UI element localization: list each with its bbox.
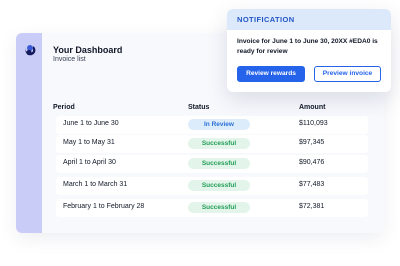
status-badge: Successful	[188, 158, 250, 169]
status-badge: Successful	[188, 180, 250, 191]
page-subtitle: Invoice list	[53, 56, 86, 63]
status-badge: In Review	[188, 119, 250, 130]
status-badge: Successful	[188, 202, 250, 213]
page-title: Your Dashboard	[53, 45, 123, 55]
notification-message: Invoice for June 1 to June 30, 20XX #EDA…	[237, 38, 378, 55]
logo-icon[interactable]	[22, 43, 38, 59]
table-row[interactable]: February 1 to February 28 Successful $72…	[56, 199, 368, 217]
table-row[interactable]: April 1 to April 30 Successful $90,476	[56, 155, 368, 173]
amount-cell: $110,093	[299, 120, 328, 127]
amount-cell: $97,345	[299, 139, 325, 146]
sidebar	[16, 33, 42, 233]
period-cell: February 1 to February 28	[63, 203, 145, 210]
column-header-status: Status	[188, 104, 210, 111]
period-cell: May 1 to May 31	[63, 139, 115, 146]
table-row[interactable]: May 1 to May 31 Successful $97,345	[56, 135, 368, 153]
status-badge: Successful	[188, 138, 250, 149]
period-cell: March 1 to March 31	[63, 181, 128, 188]
notification-heading: NOTIFICATION	[227, 9, 391, 30]
table-row[interactable]: March 1 to March 31 Successful $77,483	[56, 177, 368, 195]
screen: Your Dashboard Invoice list Period Statu…	[0, 0, 400, 266]
amount-cell: $77,483	[299, 181, 325, 188]
column-header-period: Period	[53, 104, 75, 111]
amount-cell: $90,476	[299, 159, 325, 166]
amount-cell: $72,381	[299, 203, 325, 210]
period-cell: April 1 to April 30	[63, 159, 116, 166]
table-row[interactable]: June 1 to June 30 In Review $110,093	[56, 116, 368, 134]
review-rewards-button[interactable]: Review rewards	[237, 66, 305, 82]
preview-invoice-button[interactable]: Preview invoice	[314, 66, 381, 82]
period-cell: June 1 to June 30	[63, 120, 119, 127]
notification-card: NOTIFICATION Invoice for June 1 to June …	[227, 9, 391, 92]
column-header-amount: Amount	[299, 104, 326, 111]
